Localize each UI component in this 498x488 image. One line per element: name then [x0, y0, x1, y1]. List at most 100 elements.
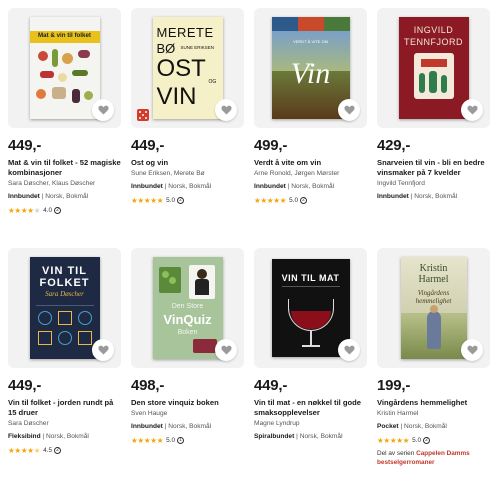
rating-stars-icon: ★★★★★ [8, 206, 41, 215]
book-cover: Kristin Harmel Vingårdens hemmelighet [400, 257, 467, 359]
product-title[interactable]: Verdt å vite om vin [254, 158, 367, 168]
binding-type: Spiralbundet [254, 433, 295, 440]
dice-icon [137, 109, 149, 121]
book-cover: Den Store VinQuiz Boken [152, 257, 223, 359]
product-image-container[interactable]: INGVILD TENNFJORD [377, 8, 490, 128]
product-format: Innbundet | Norsk, Bokmål [254, 183, 335, 190]
favorite-button[interactable] [92, 99, 114, 121]
product-rating: ★★★★★ 5.0 2 [254, 196, 367, 205]
cover-title-line1: VIN TIL [42, 265, 87, 277]
product-format: Innbundet | Norsk, Bokmål [131, 183, 212, 190]
cover-title: Vin [290, 57, 331, 90]
product-authors: Magne Lyndrup [254, 420, 300, 427]
book-cover: MERETE BØ SUNE ERIKSEN OST OG VIN [152, 17, 223, 119]
cover-author-first: INGVILD [413, 25, 454, 35]
product-card[interactable]: INGVILD TENNFJORD 429,- Snarveien til vi… [377, 8, 490, 248]
rating-count: 2 [54, 447, 62, 454]
binding-type: Innbundet [131, 423, 163, 430]
rating-stars-icon: ★★★★★ [254, 196, 287, 205]
rating-stars-icon: ★★★★★ [131, 436, 164, 445]
product-language: Norsk, Bokmål [299, 433, 343, 440]
heart-icon [343, 345, 355, 355]
product-card[interactable]: Kristin Harmel Vingårdens hemmelighet 19… [377, 248, 490, 488]
product-language: Norsk, Bokmål [45, 193, 89, 200]
cover-title: Vingårdens hemmelighet [415, 289, 452, 305]
product-rating: ★★★★★ 4.5 2 [8, 446, 121, 455]
product-format: Pocket | Norsk, Bokmål [377, 423, 447, 430]
product-title[interactable]: Vin til mat - en nøkkel til gode smaksop… [254, 398, 367, 418]
binding-type: Innbundet [8, 193, 40, 200]
product-image-container[interactable]: VIN TIL FOLKET Sara Døscher [8, 248, 121, 368]
rating-value: 5.0 [166, 437, 176, 444]
favorite-button[interactable] [461, 339, 483, 361]
product-card[interactable]: Den Store VinQuiz Boken 498,- Den store … [131, 248, 244, 488]
product-authors: Sara Døscher, Klaus Døscher [8, 180, 96, 187]
product-language: Norsk, Bokmål [46, 433, 89, 440]
favorite-button[interactable] [338, 99, 360, 121]
product-image-container[interactable]: VERDT Å VITE OM Vin [254, 8, 367, 128]
cover-title-line2: VinQuiz [163, 312, 212, 327]
favorite-button[interactable] [215, 99, 237, 121]
favorite-button[interactable] [215, 339, 237, 361]
cover-title: Mat & vin til folket [38, 32, 91, 39]
product-card[interactable]: VIN TIL MAT 449,- Vin til mat - en nøkke… [254, 248, 367, 488]
product-authors: Sune Eriksen, Merete Bø [131, 170, 205, 177]
product-authors: Ingvild Tennfjord [377, 180, 425, 187]
product-price: 449,- [8, 377, 42, 394]
cover-title-vin: VIN [156, 83, 197, 110]
cover-subtitle: VERDT Å VITE OM [293, 39, 328, 44]
product-title[interactable]: Ost og vin [131, 158, 244, 168]
product-title[interactable]: Vin til folket - jorden rundt på 15 drue… [8, 398, 121, 418]
rating-value: 5.0 [289, 197, 299, 204]
series-info: Del av serien Cappelen Damms bestselgerr… [377, 450, 490, 467]
product-image-container[interactable]: MERETE BØ SUNE ERIKSEN OST OG VIN [131, 8, 244, 128]
favorite-button[interactable] [338, 339, 360, 361]
favorite-button[interactable] [461, 99, 483, 121]
product-card[interactable]: Mat & vin til folket 449,- Mat & vin til… [8, 8, 121, 248]
product-language: Norsk, Bokmål [168, 183, 212, 190]
heart-icon [220, 345, 232, 355]
product-title[interactable]: Mat & vin til folket - 52 magiske kombin… [8, 158, 121, 178]
heart-icon [97, 345, 109, 355]
product-image-container[interactable]: Den Store VinQuiz Boken [131, 248, 244, 368]
product-title[interactable]: Vingårdens hemmelighet [377, 398, 490, 408]
product-image-container[interactable]: Kristin Harmel Vingårdens hemmelighet [377, 248, 490, 368]
heart-icon [466, 345, 478, 355]
product-rating: ★★★★★ 5.0 1 [131, 436, 244, 445]
rating-count: 2 [54, 207, 62, 214]
favorite-button[interactable] [92, 339, 114, 361]
product-card[interactable]: MERETE BØ SUNE ERIKSEN OST OG VIN 449,- … [131, 8, 244, 248]
product-price: 449,- [8, 137, 42, 154]
product-card[interactable]: VERDT Å VITE OM Vin 499,- Verdt å vite o… [254, 8, 367, 248]
product-image-container[interactable]: VIN TIL MAT [254, 248, 367, 368]
heart-icon [343, 105, 355, 115]
rating-value: 5.0 [166, 197, 176, 204]
product-price: 449,- [254, 377, 288, 394]
product-title[interactable]: Den store vinquiz boken [131, 398, 244, 408]
rating-value: 4.0 [43, 207, 53, 214]
product-card[interactable]: VIN TIL FOLKET Sara Døscher 449,- Vin ti… [8, 248, 121, 488]
product-authors: Sven Hauge [131, 410, 168, 417]
rating-value: 5.0 [412, 437, 422, 444]
cover-author-last: Harmel [418, 274, 449, 285]
cover-author-first: Kristin [419, 263, 448, 274]
product-rating: ★★★★★ 4.0 2 [8, 206, 121, 215]
heart-icon [466, 105, 478, 115]
product-format: Innbundet | Norsk, Bokmål [377, 193, 458, 200]
product-rating: ★★★★★ 5.0 2 [377, 436, 490, 445]
product-price: 199,- [377, 377, 411, 394]
book-cover: VIN TIL MAT [271, 259, 350, 357]
cover-title-line3: Boken [177, 329, 198, 336]
product-title[interactable]: Snarveien til vin - bli en bedre vinsmak… [377, 158, 490, 178]
product-format: Fleksibind | Norsk, Bokmål [8, 433, 89, 440]
cover-title-og: OG [208, 79, 217, 85]
product-price: 429,- [377, 137, 411, 154]
product-format: Spiralbundet | Norsk, Bokmål [254, 433, 343, 440]
cover-title-line1: Den Store [171, 303, 204, 310]
product-language: Norsk, Bokmål [414, 193, 458, 200]
book-cover: INGVILD TENNFJORD [398, 17, 469, 119]
product-image-container[interactable]: Mat & vin til folket [8, 8, 121, 128]
product-price: 498,- [131, 377, 165, 394]
cover-title-ost: OST [156, 55, 206, 82]
product-authors: Arne Ronold, Jørgen Mørster [254, 170, 340, 177]
